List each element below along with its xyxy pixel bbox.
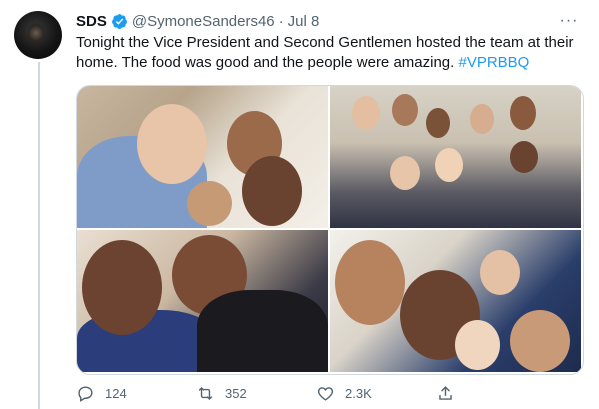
photo-4-face-a <box>335 240 405 325</box>
avatar[interactable] <box>14 11 62 59</box>
like-count: 2.3K <box>345 385 372 401</box>
retweet-icon <box>198 386 213 400</box>
photo-4[interactable] <box>330 230 581 372</box>
photo-4-face-e <box>510 310 570 372</box>
like-button[interactable]: 2.3K <box>316 384 436 403</box>
photo-2-face-a <box>352 96 380 130</box>
photo-3-face-a <box>82 240 162 335</box>
retweet-count: 352 <box>225 385 247 401</box>
share-icon <box>439 385 452 400</box>
author-name[interactable]: SDS <box>76 13 107 30</box>
photo-1-face-d <box>187 181 232 226</box>
share-button[interactable] <box>436 384 476 403</box>
photo-3[interactable] <box>77 230 328 372</box>
avatar-image <box>28 23 44 43</box>
photo-2-face-e <box>510 96 536 130</box>
author-handle[interactable]: @SymoneSanders46 <box>132 13 275 30</box>
photo-3-shirt-black <box>197 290 328 372</box>
reply-button[interactable]: 124 <box>76 384 196 403</box>
action-bar: 124 352 2.3K <box>76 381 506 405</box>
tweet-text: Tonight the Vice President and Second Ge… <box>76 33 591 73</box>
thread-line <box>38 62 40 409</box>
photo-2-face-d <box>470 104 494 134</box>
photo-1-face-a <box>137 104 207 184</box>
photo-2-face-g <box>435 148 463 182</box>
photo-4-face-c <box>480 250 520 295</box>
verified-badge-icon <box>111 13 127 29</box>
photo-2-face-b <box>392 94 418 126</box>
photo-2-face-f <box>390 156 420 190</box>
like-icon <box>317 386 334 401</box>
photo-2[interactable] <box>330 86 581 228</box>
tweet-date[interactable]: Jul 8 <box>288 13 320 30</box>
hashtag-link[interactable]: #VPRBBQ <box>458 54 529 71</box>
reply-count: 124 <box>105 385 127 401</box>
photo-2-face-h <box>510 141 538 173</box>
reply-icon <box>78 385 93 402</box>
more-icon[interactable]: ··· <box>559 11 579 31</box>
tweet-header: SDS @SymoneSanders46 · Jul 8 ··· <box>76 11 579 31</box>
media-grid <box>76 85 584 375</box>
photo-4-face-d <box>455 320 500 370</box>
separator-dot: · <box>278 12 284 30</box>
photo-2-face-c <box>426 108 450 138</box>
photo-1-face-c <box>242 156 302 226</box>
photo-1[interactable] <box>77 86 328 228</box>
retweet-button[interactable]: 352 <box>196 384 316 403</box>
